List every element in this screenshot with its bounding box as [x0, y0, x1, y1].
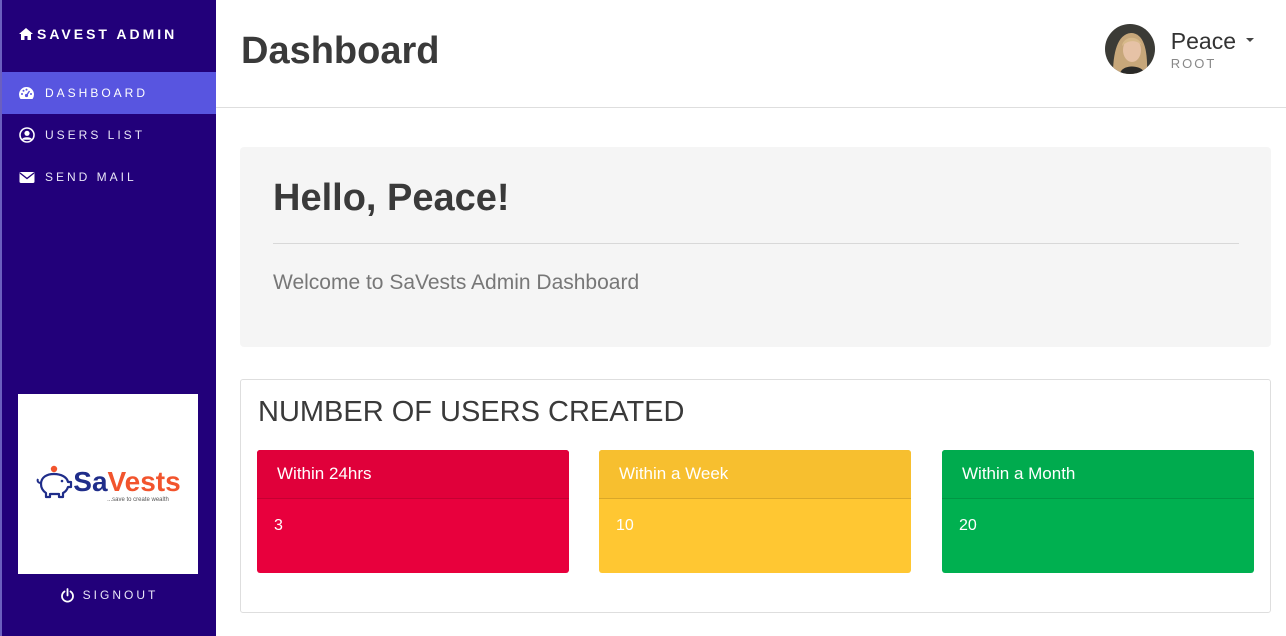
welcome-greeting: Hello, Peace!: [273, 177, 510, 219]
stat-card-value: 3: [274, 517, 283, 534]
stat-card-month: Within a Month 20: [942, 450, 1254, 573]
sidebar-item-label: DASHBOARD: [45, 86, 149, 100]
divider: [273, 243, 1239, 244]
brand-label: SAVEST ADMIN: [37, 26, 178, 42]
piggy-bank-icon: [36, 465, 73, 499]
home-icon: [18, 27, 34, 41]
page-title: Dashboard: [241, 30, 440, 72]
welcome-banner: Hello, Peace! Welcome to SaVests Admin D…: [240, 147, 1271, 347]
signout-label: SIGNOUT: [82, 588, 159, 602]
sidebar-item-label: USERS LIST: [45, 128, 146, 142]
logo-tagline: ...save to create wealth: [107, 497, 169, 503]
sidebar: SAVEST ADMIN DASHBOARD USERS LIST SEND M…: [0, 0, 216, 636]
sidebar-item-label: SEND MAIL: [45, 170, 137, 184]
stat-card-24hrs: Within 24hrs 3: [257, 450, 569, 573]
user-role: ROOT: [1170, 56, 1217, 71]
topbar: Dashboard Peace ROOT: [216, 0, 1286, 108]
main-content: Dashboard Peace ROOT Hello, Peace! Welco…: [216, 0, 1286, 636]
envelope-icon: [18, 169, 35, 186]
logo-text-vests: Vests: [107, 466, 181, 497]
stat-card-label: Within a Week: [599, 450, 911, 499]
logo-text-sa: Sa: [73, 466, 108, 497]
stat-card-week: Within a Week 10: [599, 450, 911, 573]
sidebar-item-users-list[interactable]: USERS LIST: [2, 114, 216, 156]
sidebar-item-send-mail[interactable]: SEND MAIL: [2, 156, 216, 198]
signout-button[interactable]: SIGNOUT: [2, 584, 216, 606]
sidebar-item-dashboard[interactable]: DASHBOARD: [2, 72, 216, 114]
stat-card-label: Within 24hrs: [257, 450, 569, 499]
caret-down-icon[interactable]: [1246, 38, 1254, 42]
dashboard-icon: [18, 85, 35, 102]
users-created-panel: NUMBER OF USERS CREATED Within 24hrs 3 W…: [240, 379, 1271, 613]
stat-card-label: Within a Month: [942, 450, 1254, 499]
power-icon: [60, 587, 75, 603]
avatar[interactable]: [1104, 24, 1155, 74]
user-menu[interactable]: Peace ROOT: [1104, 24, 1254, 74]
sidebar-nav: DASHBOARD USERS LIST SEND MAIL: [2, 72, 216, 198]
panel-title: NUMBER OF USERS CREATED: [258, 396, 685, 428]
user-circle-icon: [18, 127, 35, 144]
welcome-message: Welcome to SaVests Admin Dashboard: [273, 271, 640, 294]
user-name: Peace: [1170, 28, 1236, 54]
stat-card-value: 20: [959, 517, 977, 534]
stat-card-value: 10: [616, 517, 634, 534]
brand[interactable]: SAVEST ADMIN: [2, 0, 216, 72]
savests-logo: Sa Vests ...save to create wealth: [18, 394, 198, 574]
